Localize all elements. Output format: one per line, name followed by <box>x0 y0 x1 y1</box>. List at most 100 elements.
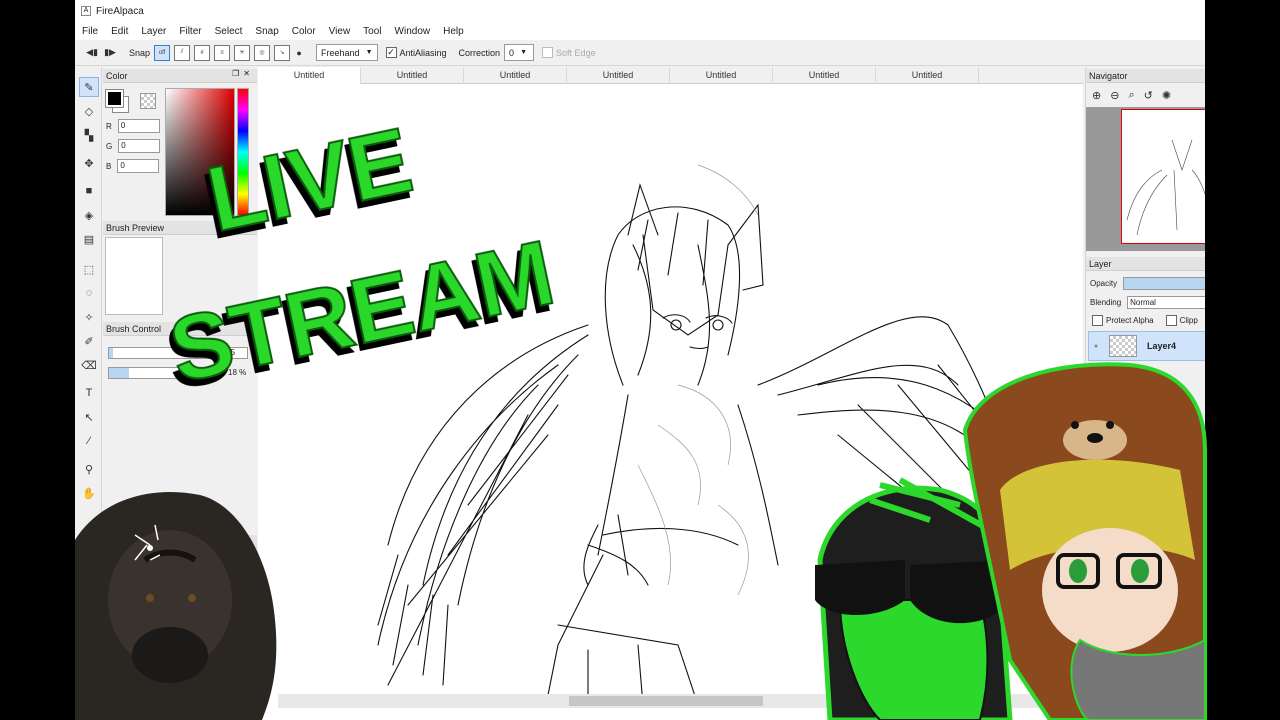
eraser-icon[interactable]: ◇ <box>79 101 99 121</box>
select-eraser-icon[interactable]: ⌫ <box>79 355 99 375</box>
menu-view[interactable]: View <box>329 26 351 37</box>
layer-blending-select[interactable]: Normal <box>1127 296 1205 309</box>
reset-rotation-icon[interactable]: ✺ <box>1162 89 1171 102</box>
select-pen-icon[interactable]: ✐ <box>79 331 99 351</box>
brush-preview-panel: Brush Preview ❐✕ <box>103 221 257 321</box>
blue-field[interactable]: 0 <box>117 159 160 173</box>
tab-untitled-6[interactable]: Untitled <box>773 67 876 84</box>
hand-icon[interactable]: ✋ <box>79 483 99 503</box>
layer-panel-title: Layer <box>1089 258 1112 269</box>
menu-edit[interactable]: Edit <box>111 26 128 37</box>
lasso-icon[interactable]: ◌ <box>79 283 99 303</box>
menu-select[interactable]: Select <box>215 26 243 37</box>
text-icon[interactable]: T <box>79 383 99 403</box>
document-tabs: Untitled Untitled Untitled Untitled Unti… <box>258 67 1083 84</box>
layer-name: Layer4 <box>1147 341 1177 351</box>
brush-opacity-fill <box>109 368 129 378</box>
green-field[interactable]: 0 <box>118 139 161 153</box>
bucket-icon[interactable]: ◈ <box>79 205 99 225</box>
layer-item[interactable]: ● Layer4 <box>1088 331 1205 361</box>
visibility-icon[interactable]: ● <box>1089 343 1103 350</box>
clipping-label: Clipp <box>1179 316 1198 325</box>
correction-label: Correction <box>458 47 501 58</box>
menu-window[interactable]: Window <box>395 26 431 37</box>
blue-label: B <box>106 161 112 171</box>
canvas-area[interactable]: Untitled Untitled Untitled Untitled Unti… <box>258 67 1083 720</box>
menu-color[interactable]: Color <box>292 26 316 37</box>
divide-icon[interactable]: ⁄ <box>79 431 99 451</box>
panel-window-icon[interactable]: ❐✕ <box>232 221 254 230</box>
saturation-value-picker[interactable] <box>165 88 235 216</box>
magic-wand-icon[interactable]: ✧ <box>79 307 99 327</box>
layer-opacity-label: Opacity <box>1090 279 1118 288</box>
tool-options-bar: ◀▮ ▮▶ Snap off ⫽ # ≡ ✳ ◎ ↘ ● Freehand ▼ ✓… <box>75 40 1205 66</box>
brush-size-slider[interactable] <box>108 347 216 359</box>
soft-edge-checkbox[interactable] <box>542 47 554 58</box>
transparent-color-swatch[interactable] <box>140 93 156 109</box>
operation-icon[interactable]: ↖ <box>79 407 99 427</box>
snap-settings-icon[interactable]: ● <box>290 44 308 62</box>
foreground-color-swatch[interactable] <box>105 89 124 108</box>
brush-control-header: Brush Control <box>103 322 257 336</box>
brush-mode-select[interactable]: Freehand ▼ <box>316 44 378 61</box>
antialiasing-checkbox[interactable]: ✓ <box>385 47 397 58</box>
snap-cross-icon[interactable]: ≡ <box>214 44 231 61</box>
brush-size-value[interactable]: 3.5 <box>221 347 248 359</box>
tab-untitled-1[interactable]: Untitled <box>258 67 361 84</box>
correction-select[interactable]: 0 ▼ <box>504 44 535 61</box>
horizontal-scrollbar[interactable] <box>278 694 1073 708</box>
navigator-view[interactable] <box>1086 107 1205 251</box>
sketch-artwork <box>377 164 1019 705</box>
rotate-left-icon[interactable]: ◀▮ <box>83 44 101 62</box>
menu-filter[interactable]: Filter <box>179 26 201 37</box>
select-rect-icon[interactable]: ⬚ <box>79 259 99 279</box>
pen-icon[interactable]: ✎ <box>79 77 99 97</box>
menu-tool[interactable]: Tool <box>363 26 381 37</box>
clipping-checkbox[interactable] <box>1165 315 1177 326</box>
rotate-ccw-icon[interactable]: ↺ <box>1144 89 1153 102</box>
brush-opacity-slider[interactable] <box>108 367 221 379</box>
tab-untitled-5[interactable]: Untitled <box>670 67 773 84</box>
zoom-in-icon[interactable]: ⊕ <box>1092 89 1101 102</box>
snap-radial-icon[interactable]: ✳ <box>234 44 251 61</box>
tab-untitled-7[interactable]: Untitled <box>876 67 979 84</box>
layer-options-row: Protect Alpha Clipp <box>1090 315 1198 326</box>
navigator-tools: ⊕ ⊖ ⌕ ↺ ✺ <box>1086 85 1205 105</box>
color-panel-title: Color <box>106 70 128 81</box>
brush-opacity-value: 18 % <box>228 368 247 377</box>
fill-icon[interactable]: ■ <box>79 181 99 201</box>
snap-curve-icon[interactable]: ↘ <box>274 44 291 61</box>
red-field[interactable]: 0 <box>117 119 160 133</box>
move-icon[interactable]: ✥ <box>79 153 99 173</box>
brush-preview-canvas <box>105 237 163 315</box>
green-row: G 0 <box>106 139 161 153</box>
menu-file[interactable]: File <box>82 26 98 37</box>
navigator-sketch <box>1126 139 1205 236</box>
snap-grid-icon[interactable]: # <box>194 44 211 61</box>
scrollbar-thumb[interactable] <box>569 696 763 706</box>
protect-alpha-checkbox[interactable] <box>1092 315 1103 326</box>
tab-untitled-4[interactable]: Untitled <box>567 67 670 84</box>
tab-untitled-3[interactable]: Untitled <box>464 67 567 84</box>
menu-layer[interactable]: Layer <box>141 26 166 37</box>
panel-window-icon[interactable]: ❐✕ <box>232 69 254 78</box>
navigator-thumbnail <box>1121 109 1205 244</box>
panel-window-icon[interactable]: ❐✕ <box>232 535 254 544</box>
snap-parallel-icon[interactable]: ⫽ <box>174 44 191 61</box>
menu-snap[interactable]: Snap <box>255 26 278 37</box>
green-label: G <box>106 141 113 151</box>
rotate-right-icon[interactable]: ▮▶ <box>101 44 119 62</box>
zoom-fit-icon[interactable]: ⌕ <box>1128 89 1134 102</box>
gradient-icon[interactable]: ▤ <box>79 229 99 249</box>
zoom-out-icon[interactable]: ⊖ <box>1110 89 1119 102</box>
eyedropper-icon[interactable]: ⚲ <box>79 459 99 479</box>
snap-off-icon[interactable]: off <box>154 44 171 61</box>
firealpaca-window: A FireAlpaca File Edit Layer Filter Sele… <box>75 0 1205 720</box>
menu-help[interactable]: Help <box>443 26 464 37</box>
tab-untitled-2[interactable]: Untitled <box>361 67 464 84</box>
hue-slider[interactable] <box>237 88 249 216</box>
dot-icon[interactable]: ▚ <box>79 125 99 145</box>
snap-circle-icon[interactable]: ◎ <box>254 44 271 61</box>
chevron-down-icon: ▼ <box>365 49 373 56</box>
layer-opacity-slider[interactable] <box>1123 277 1205 290</box>
